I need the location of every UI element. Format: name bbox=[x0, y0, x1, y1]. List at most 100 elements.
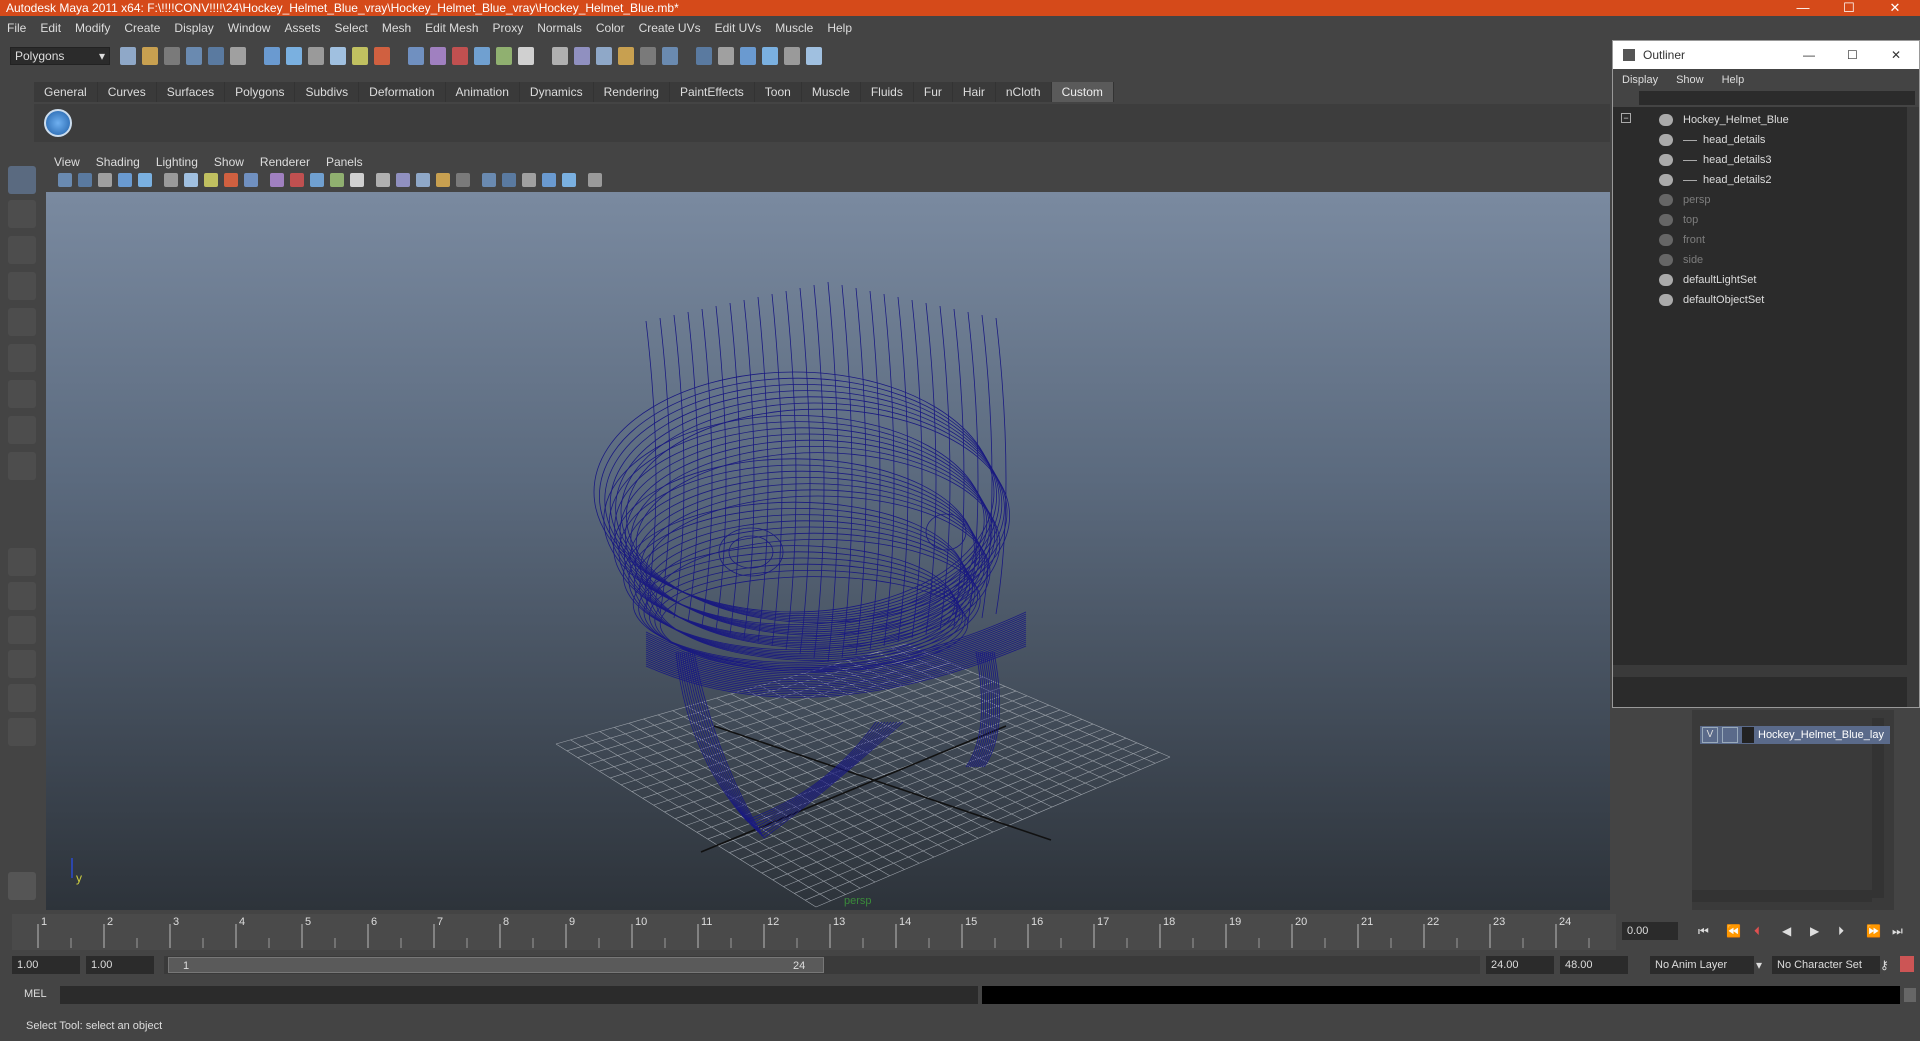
step-back-key-icon[interactable]: ⏪ bbox=[1726, 924, 1741, 938]
menu-edit-uvs[interactable]: Edit UVs bbox=[708, 18, 769, 38]
shelf-tab-toon[interactable]: Toon bbox=[754, 82, 802, 102]
soft-mod-icon[interactable] bbox=[8, 416, 36, 444]
command-language-label[interactable]: MEL bbox=[24, 988, 47, 1000]
shelf-tab-fluids[interactable]: Fluids bbox=[860, 82, 914, 102]
manipulator-icon[interactable] bbox=[8, 380, 36, 408]
toolbar-tool-icon[interactable] bbox=[264, 47, 280, 65]
viewport-tool-icon[interactable] bbox=[502, 173, 516, 187]
step-forward-key-icon[interactable]: ⏩ bbox=[1866, 924, 1881, 938]
time-slider[interactable]: 1 2 3 4 5 6 7 8 9 10 11 12 13 14 15 16 17 18 19 20 21 22 23 24 bbox=[12, 914, 1616, 950]
outliner-item[interactable]: defaultObjectSet bbox=[1683, 291, 1764, 309]
animation-prefs-icon[interactable] bbox=[1900, 956, 1914, 972]
outliner-menu-display[interactable]: Display bbox=[1613, 70, 1667, 90]
play-backwards-icon[interactable]: ◀ bbox=[1782, 924, 1791, 938]
layer-row[interactable]: V Hockey_Helmet_Blue_lay bbox=[1700, 726, 1890, 744]
outliner-layout-icon[interactable] bbox=[8, 616, 36, 644]
menu-select[interactable]: Select bbox=[327, 18, 374, 38]
layer-visibility-toggle[interactable]: V bbox=[1702, 727, 1718, 743]
shelf-tab-polygons[interactable]: Polygons bbox=[225, 82, 296, 102]
custom-layout-icon[interactable] bbox=[8, 718, 36, 746]
toolbar-tool-icon[interactable] bbox=[662, 47, 678, 65]
outliner-item[interactable]: top bbox=[1683, 211, 1698, 229]
viewport-tool-icon[interactable] bbox=[330, 173, 344, 187]
shelf-tab-general[interactable]: General bbox=[34, 82, 98, 102]
toolbar-tool-icon[interactable] bbox=[496, 47, 512, 65]
hypershade-layout-icon[interactable] bbox=[8, 684, 36, 712]
menu-help[interactable]: Help bbox=[820, 18, 859, 38]
key-icon[interactable]: ⚷ bbox=[1880, 958, 1889, 972]
show-manip-icon[interactable] bbox=[8, 452, 36, 480]
viewport-menu-show[interactable]: Show bbox=[206, 154, 252, 170]
go-to-end-icon[interactable]: ⏭ bbox=[1892, 924, 1903, 939]
layer-scrollbar[interactable] bbox=[1872, 718, 1884, 898]
shelf-tab-surfaces[interactable]: Surfaces bbox=[156, 82, 226, 102]
viewport-tool-icon[interactable] bbox=[436, 173, 450, 187]
lasso-tool-icon[interactable] bbox=[8, 200, 36, 228]
paint-select-icon[interactable] bbox=[8, 236, 36, 264]
shelf-tab-rendering[interactable]: Rendering bbox=[593, 82, 670, 102]
toolbar-tool-icon[interactable] bbox=[474, 47, 490, 65]
viewport-tool-icon[interactable] bbox=[118, 173, 132, 187]
menu-edit-mesh[interactable]: Edit Mesh bbox=[418, 18, 485, 38]
toolbar-tool-icon[interactable] bbox=[596, 47, 612, 65]
move-tool-icon[interactable] bbox=[8, 272, 36, 300]
outliner-item[interactable]: persp bbox=[1683, 191, 1711, 209]
toolbar-tool-icon[interactable] bbox=[574, 47, 590, 65]
toolbar-tool-icon[interactable] bbox=[806, 47, 822, 65]
viewport-tool-icon[interactable] bbox=[78, 173, 92, 187]
toolbar-tool-icon[interactable] bbox=[186, 47, 202, 65]
shelf-tab-deformation[interactable]: Deformation bbox=[359, 82, 446, 102]
viewport-menu-panels[interactable]: Panels bbox=[318, 154, 371, 170]
script-editor-icon[interactable] bbox=[1904, 988, 1916, 1002]
viewport-tool-icon[interactable] bbox=[290, 173, 304, 187]
rotate-tool-icon[interactable] bbox=[8, 308, 36, 336]
outliner-hscrollbar[interactable] bbox=[1613, 665, 1907, 677]
shelf-tab-curves[interactable]: Curves bbox=[97, 82, 157, 102]
maximize-icon[interactable]: ☐ bbox=[1826, 0, 1872, 16]
outliner-minimize-icon[interactable]: — bbox=[1803, 41, 1815, 69]
menu-assets[interactable]: Assets bbox=[277, 18, 327, 38]
menu-window[interactable]: Window bbox=[221, 18, 278, 38]
toolbar-tool-icon[interactable] bbox=[286, 47, 302, 65]
shelf-tab-subdivs[interactable]: Subdivs bbox=[295, 82, 360, 102]
shelf-tab-ncloth[interactable]: nCloth bbox=[995, 82, 1052, 102]
outliner-scrollbar[interactable] bbox=[1907, 107, 1919, 707]
viewport-tool-icon[interactable] bbox=[482, 173, 496, 187]
viewport-tool-icon[interactable] bbox=[310, 173, 324, 187]
single-pane-layout-icon[interactable] bbox=[8, 548, 36, 576]
toolbar-tool-icon[interactable] bbox=[784, 47, 800, 65]
outliner-item[interactable]: Hockey_Helmet_Blue bbox=[1683, 111, 1789, 129]
viewport-tool-icon[interactable] bbox=[562, 173, 576, 187]
viewport-tool-icon[interactable] bbox=[376, 173, 390, 187]
end-time-field[interactable]: 48.00 bbox=[1560, 956, 1628, 974]
start-time-field[interactable]: 1.00 bbox=[12, 956, 80, 974]
outliner-tree[interactable]: Hockey_Helmet_Blue head_details head_detai… bbox=[1613, 107, 1919, 707]
toolbar-tool-icon[interactable] bbox=[208, 47, 224, 65]
menu-file[interactable]: File bbox=[0, 18, 33, 38]
toolbar-tool-icon[interactable] bbox=[618, 47, 634, 65]
shelf-tab-dynamics[interactable]: Dynamics bbox=[519, 82, 594, 102]
toolbar-tool-icon[interactable] bbox=[330, 47, 346, 65]
toolbar-tool-icon[interactable] bbox=[740, 47, 756, 65]
viewport-tool-icon[interactable] bbox=[184, 173, 198, 187]
toolbar-tool-icon[interactable] bbox=[308, 47, 324, 65]
playback-end-field[interactable]: 24.00 bbox=[1486, 956, 1554, 974]
outliner-item[interactable]: head_details3 bbox=[1703, 151, 1772, 169]
toolbar-tool-icon[interactable] bbox=[762, 47, 778, 65]
viewport-menu-lighting[interactable]: Lighting bbox=[148, 154, 206, 170]
menu-display[interactable]: Display bbox=[167, 18, 220, 38]
character-set-selector[interactable]: No Character Set bbox=[1772, 956, 1880, 974]
outliner-maximize-icon[interactable]: ☐ bbox=[1847, 41, 1858, 69]
shelf-tab-custom[interactable]: Custom bbox=[1051, 82, 1114, 102]
command-input[interactable] bbox=[60, 986, 978, 1004]
select-tool-icon[interactable] bbox=[8, 166, 36, 194]
viewport-tool-icon[interactable] bbox=[58, 173, 72, 187]
layer-hscrollbar[interactable] bbox=[1692, 890, 1872, 902]
viewport-tool-icon[interactable] bbox=[456, 173, 470, 187]
toolbar-tool-icon[interactable] bbox=[518, 47, 534, 65]
scale-tool-icon[interactable] bbox=[8, 344, 36, 372]
viewport-tool-icon[interactable] bbox=[138, 173, 152, 187]
menu-mesh[interactable]: Mesh bbox=[375, 18, 418, 38]
viewport-menu-view[interactable]: View bbox=[46, 154, 88, 170]
toolbar-tool-icon[interactable] bbox=[552, 47, 568, 65]
